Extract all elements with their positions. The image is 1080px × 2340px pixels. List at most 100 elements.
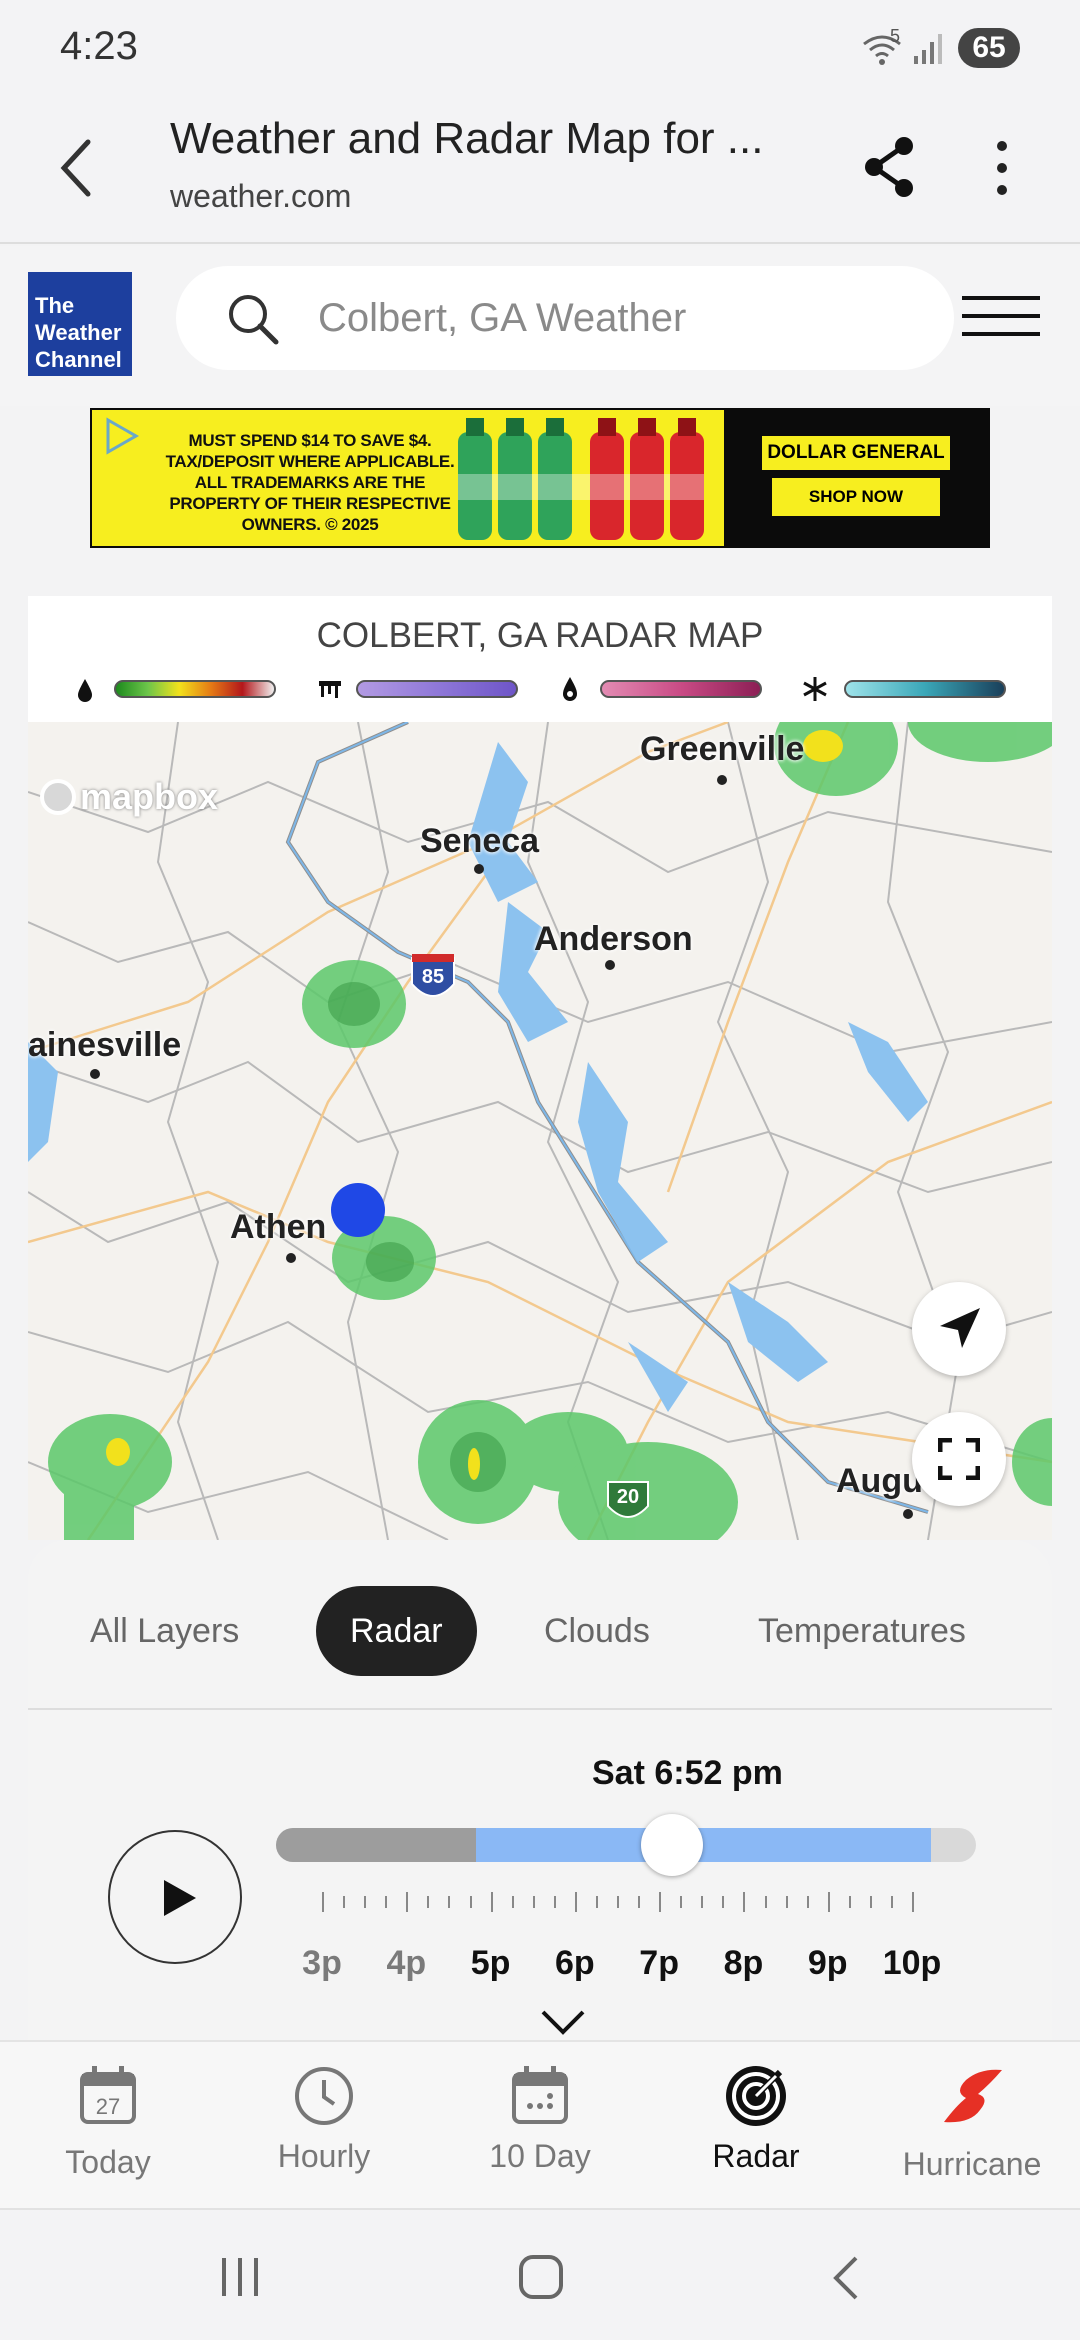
city-label-augusta: Augu <box>836 1462 923 1500</box>
timeline-tick <box>806 1896 809 1908</box>
mix-legend-bar <box>600 680 762 698</box>
home-icon[interactable] <box>518 2254 564 2300</box>
timeline-tick <box>680 1896 683 1908</box>
timeline-tick <box>469 1896 472 1908</box>
mapbox-attribution[interactable]: mapbox <box>40 776 218 818</box>
timeline-tick <box>574 1892 577 1912</box>
timeline-tick <box>617 1896 619 1908</box>
layer-tab-clouds[interactable]: Clouds <box>544 1586 650 1676</box>
fullscreen-icon <box>938 1438 980 1480</box>
map-controls-sheet: All Layers Radar Clouds Temperatures Sat… <box>28 1540 1052 2040</box>
ad-disclaimer: MUST SPEND $14 TO SAVE $4. TAX/DEPOSIT W… <box>165 431 455 534</box>
search-icon <box>229 295 279 345</box>
system-navigation-bar <box>0 2208 1080 2340</box>
timeline-tick <box>322 1892 324 1912</box>
page-title: Weather and Radar Map for ... <box>170 114 764 163</box>
timeline-hour-label: 6p <box>555 1944 595 1982</box>
weather-channel-logo[interactable]: The Weather Channel <box>28 272 132 376</box>
nav-label-hourly: Hourly <box>277 2138 371 2174</box>
nav-item-10-day[interactable]: 10 Day <box>432 2042 648 2210</box>
timeline-tick <box>553 1896 556 1908</box>
rain-legend-bar <box>114 680 276 698</box>
radar-legend: COLBERT, GA RADAR MAP <box>28 596 1052 722</box>
timeline-tick <box>385 1896 388 1908</box>
ad-choices-icon[interactable] <box>102 416 142 456</box>
recent-apps-icon[interactable] <box>218 2256 262 2298</box>
timeline-tick <box>827 1892 830 1912</box>
fullscreen-button[interactable] <box>912 1412 1006 1506</box>
layer-tab-radar[interactable]: Radar <box>316 1586 477 1676</box>
nav-item-hourly[interactable]: Hourly <box>216 2042 432 2210</box>
nav-item-radar[interactable]: Radar <box>648 2042 864 2210</box>
timeline-track[interactable] <box>276 1828 976 1862</box>
timeline-tick <box>701 1896 704 1908</box>
back-arrow-icon[interactable] <box>56 136 96 200</box>
nav-label-10-day: 10 Day <box>489 2138 591 2174</box>
locate-me-button[interactable] <box>912 1282 1006 1376</box>
nav-item-today[interactable]: 27 Today <box>0 2042 216 2210</box>
rain-icon <box>78 679 92 702</box>
layer-tab-temperatures[interactable]: Temperatures <box>758 1586 966 1676</box>
timeline-hour-label: 7p <box>639 1944 679 1982</box>
soda-bottles-image <box>458 418 704 540</box>
timeline-tick <box>595 1896 598 1908</box>
timeline-tick <box>511 1896 514 1908</box>
layer-tab-all-layers[interactable]: All Layers <box>90 1586 239 1676</box>
timeline-tick <box>364 1896 367 1908</box>
timeline-tick <box>448 1896 451 1908</box>
ad-shop-now-button[interactable]: SHOP NOW <box>772 478 940 516</box>
timeline-hour-label: 9p <box>807 1944 848 1982</box>
network-label: 5 <box>890 26 901 46</box>
timeline-tick <box>785 1896 788 1908</box>
nav-item-hurricane[interactable]: Hurricane <box>864 2042 1080 2210</box>
interstate-20-shield: 20 <box>616 1486 640 1508</box>
logo-line-1: The <box>35 293 75 318</box>
search-input[interactable]: Colbert, GA Weather <box>176 266 954 370</box>
site-header: The Weather Channel Colbert, GA Weather <box>0 246 1080 406</box>
play-icon <box>164 1880 196 1916</box>
play-button[interactable] <box>108 1830 242 1964</box>
share-icon[interactable] <box>860 134 918 200</box>
city-label-seneca: Seneca <box>420 822 540 860</box>
ice-icon <box>319 681 341 698</box>
mapbox-label: mapbox <box>80 776 219 817</box>
radar-icon <box>726 2066 786 2126</box>
city-label-anderson: Anderson <box>534 920 693 958</box>
timeline-tick <box>427 1896 430 1908</box>
timeline-tick <box>406 1892 409 1912</box>
status-bar: 4:23 5 65 <box>0 0 1080 96</box>
radar-map[interactable]: mapbox Greenville Seneca Anderson ainesv… <box>28 722 1052 1540</box>
city-label-gainesville: ainesville <box>28 1026 182 1064</box>
timeline-tick <box>532 1896 535 1908</box>
bottom-navigation: 27 Today Hourly 10 Day Radar Hurricane <box>0 2040 1080 2208</box>
timeline-tick <box>659 1892 662 1912</box>
system-back-icon[interactable] <box>828 2254 862 2302</box>
signal-icon <box>914 34 942 64</box>
dollar-general-ad[interactable]: MUST SPEND $14 TO SAVE $4. TAX/DEPOSIT W… <box>90 408 990 548</box>
timeline-tick <box>764 1896 767 1908</box>
timeline-past-segment <box>276 1828 476 1862</box>
timeline-hour-label: 10p <box>882 1944 942 1982</box>
ice-legend-bar <box>356 680 518 698</box>
timeline-slider-thumb[interactable] <box>640 1814 703 1876</box>
timeline-tick <box>722 1896 725 1908</box>
city-label-athens: Athen <box>230 1208 327 1246</box>
timeline-forecast-segment <box>475 1828 931 1862</box>
snow-legend-bar <box>844 680 1006 698</box>
timeline-tick <box>743 1892 746 1912</box>
logo-line-3: Channel <box>35 347 122 372</box>
timeline-tick <box>343 1896 346 1908</box>
more-options-icon[interactable] <box>992 136 1012 202</box>
clock-icon <box>295 2067 353 2125</box>
battery-indicator: 65 <box>958 28 1020 68</box>
mix-icon <box>563 677 577 701</box>
nav-label-radar: Radar <box>712 2138 800 2174</box>
chevron-down-icon[interactable] <box>540 2008 586 2036</box>
timeline-tick <box>912 1892 914 1912</box>
hamburger-menu-icon[interactable] <box>962 292 1040 342</box>
timeline-tick <box>848 1896 851 1908</box>
sheet-divider <box>28 1708 1052 1710</box>
calendar-icon <box>512 2066 568 2124</box>
mapbox-logo-icon <box>40 779 76 815</box>
ad-brand: DOLLAR GENERAL <box>762 436 950 470</box>
